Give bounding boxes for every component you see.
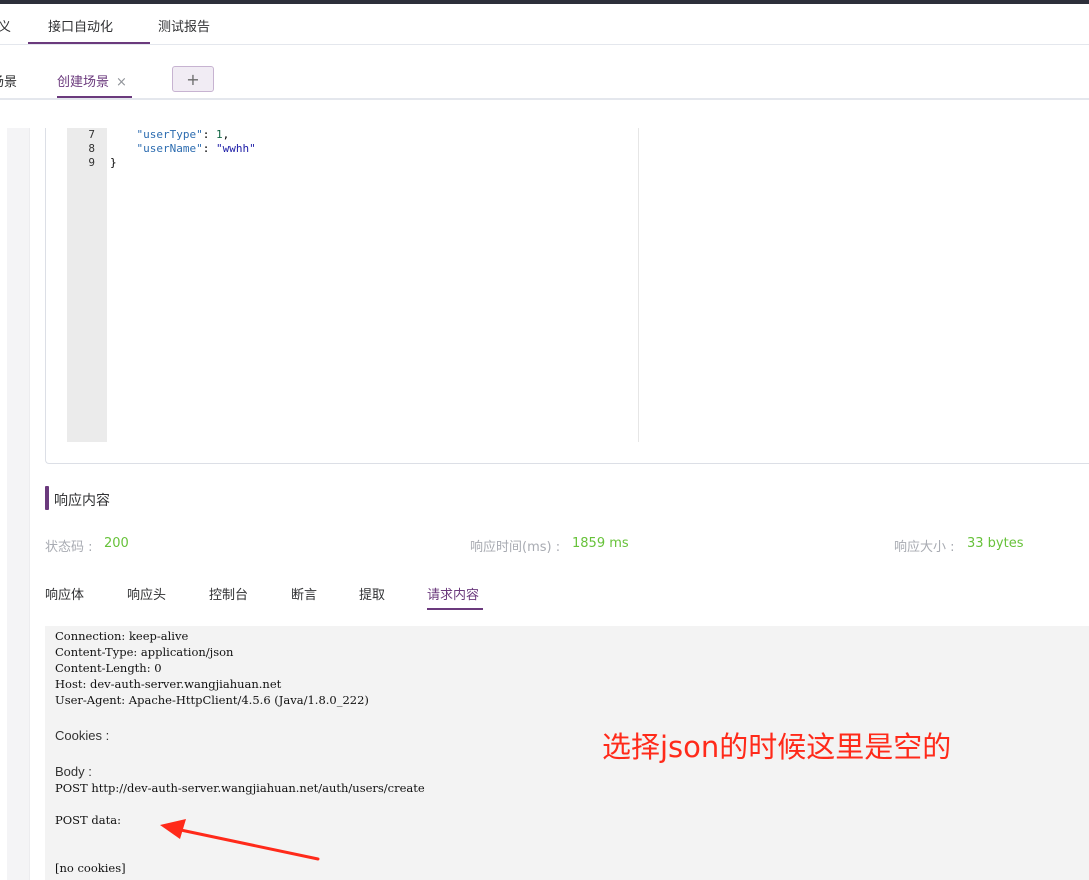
json-sep: :: [202, 128, 216, 141]
tab-assertions[interactable]: 断言: [291, 584, 317, 603]
no-cookies-line: [no cookies]: [55, 861, 126, 875]
line-number: 8: [88, 142, 95, 155]
status-code-value: 200: [104, 536, 129, 551]
tab-response-body[interactable]: 响应体: [45, 584, 84, 603]
code-line: }: [110, 156, 117, 169]
cookies-label: Cookies :: [55, 728, 110, 743]
tab-response-headers[interactable]: 响应头: [127, 584, 166, 603]
response-time-value: 1859 ms: [572, 536, 629, 551]
nav-item-partial[interactable]: 义: [0, 16, 11, 35]
tab-scene[interactable]: 场景: [0, 71, 17, 90]
section-marker: [45, 486, 49, 510]
tab-request-content[interactable]: 请求内容: [427, 584, 479, 603]
response-section-title: 响应内容: [54, 493, 110, 509]
scene-tabs: 场景 创建场景 × +: [0, 45, 1089, 100]
line-number: 9: [88, 156, 95, 169]
request-body-editor[interactable]: 7 8 9 "userType": 1, "userName": "wwhh" …: [45, 128, 1089, 464]
json-value: 1: [215, 128, 223, 141]
header-line: Content-Length: 0: [55, 661, 162, 675]
tab-extract[interactable]: 提取: [359, 584, 385, 603]
json-sep: :: [202, 142, 216, 155]
header-line: Content-Type: application/json: [55, 645, 234, 659]
line-number-gutter: 7 8 9: [67, 128, 107, 442]
json-key: "userName": [136, 142, 203, 155]
status-code-label: 状态码 :: [45, 540, 93, 555]
nav-item-test-report[interactable]: 测试报告: [158, 16, 210, 35]
top-nav: 义 接口自动化 测试报告: [0, 4, 1089, 45]
add-tab-button[interactable]: +: [172, 66, 214, 92]
line-number: 7: [88, 128, 95, 141]
json-tail: ,: [222, 128, 230, 141]
nav-active-indicator: [28, 42, 150, 44]
tab-active-indicator: [57, 96, 132, 98]
tab-create-scene-label: 创建场景: [57, 75, 110, 90]
header-line: Connection: keep-alive: [55, 629, 189, 643]
nav-item-api-automation[interactable]: 接口自动化: [48, 16, 113, 35]
json-key: "userType": [136, 128, 203, 141]
body-label: Body :: [55, 764, 92, 779]
response-tab-indicator: [427, 608, 483, 610]
response-time-label: 响应时间(ms) :: [470, 540, 561, 555]
post-data-label: POST data:: [55, 813, 121, 827]
tab-console[interactable]: 控制台: [209, 584, 248, 603]
post-line: POST http://dev-auth-server.wangjiahuan.…: [55, 781, 425, 795]
code-line: "userType": 1,: [110, 128, 230, 141]
editor-divider: [638, 128, 639, 442]
json-value: "wwhh": [215, 142, 256, 155]
response-size-label: 响应大小 :: [894, 540, 955, 555]
annotation-text: 选择json的时候这里是空的: [602, 730, 952, 764]
tab-create-scene[interactable]: 创建场景 ×: [57, 71, 127, 90]
header-line: Host: dev-auth-server.wangjiahuan.net: [55, 677, 282, 691]
left-rail: [7, 128, 30, 880]
response-size-value: 33 bytes: [967, 536, 1024, 551]
code-line: "userName": "wwhh": [110, 142, 256, 155]
header-line: User-Agent: Apache-HttpClient/4.5.6 (Jav…: [55, 693, 369, 707]
close-icon[interactable]: ×: [116, 75, 127, 90]
annotation-arrow-icon: [160, 819, 320, 861]
